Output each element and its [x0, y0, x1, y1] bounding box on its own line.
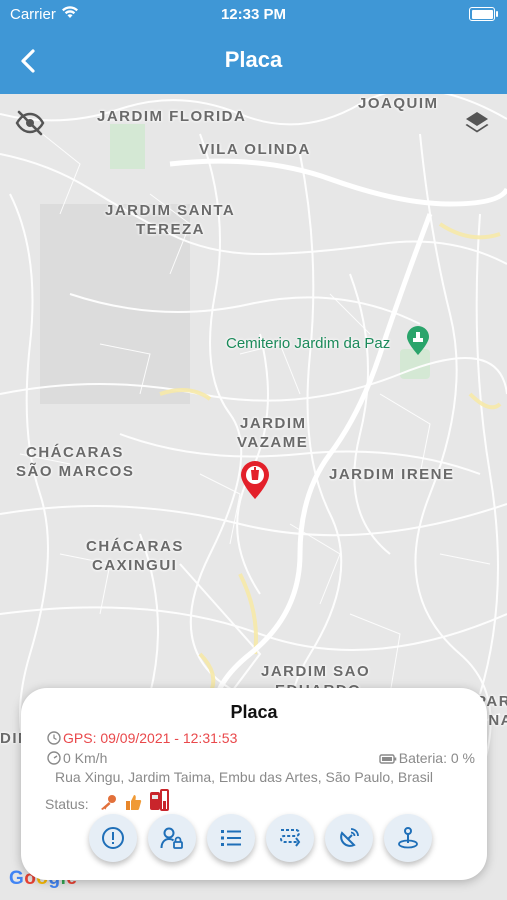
user-lock-icon [160, 827, 183, 849]
map-label-jardim-florida: JARDIM FLORIDA [97, 108, 247, 125]
map-label-vazame: VAZAME [237, 434, 309, 451]
list-button[interactable] [207, 814, 255, 862]
thumb-icon [126, 795, 142, 810]
navigation-bar: Placa [0, 28, 507, 94]
map-label-sao-marcos: SÃO MARCOS [16, 463, 135, 480]
map-label-jardim-sao: JARDIM SAO [261, 663, 371, 680]
location-person-button[interactable] [384, 814, 432, 862]
list-icon [221, 830, 241, 846]
user-lock-button[interactable] [148, 814, 196, 862]
clock-icon [47, 731, 61, 745]
gps-row: GPS: 09/09/2021 - 12:31:53 [47, 730, 237, 746]
map-label-tereza: TEREZA [136, 221, 205, 238]
battery-icon [379, 754, 397, 764]
clock-time: 12:33 PM [220, 6, 287, 23]
speedometer-icon [47, 751, 61, 765]
alert-icon [102, 827, 124, 849]
page-title: Placa [224, 47, 283, 72]
battery-status-icon [469, 7, 498, 21]
location-person-icon [398, 827, 418, 849]
visibility-off-icon[interactable] [15, 110, 45, 136]
vehicle-info-card: Placa GPS: 09/09/2021 - 12:31:53 0 Km/h … [21, 688, 487, 880]
satellite-icon [340, 828, 359, 847]
map-label-joaquim: JOAQUIM [358, 95, 439, 112]
speed-row: 0 Km/h [47, 750, 107, 766]
layers-icon[interactable] [464, 110, 490, 136]
gps-timestamp: GPS: 09/09/2021 - 12:31:53 [63, 730, 238, 746]
map-label-jardim-santa: JARDIM SANTA [105, 202, 236, 219]
card-title: Placa [230, 702, 278, 722]
alert-button[interactable] [89, 814, 137, 862]
address-text: Rua Xingu, Jardim Taima, Embu das Artes,… [55, 769, 433, 785]
status-row: Status: [45, 789, 172, 812]
map-label-jardim: JARDIM [240, 415, 307, 432]
route-button[interactable] [266, 814, 314, 862]
cemetery-pin-icon [407, 326, 429, 355]
speed-value: 0 Km/h [63, 750, 108, 766]
battery-row: Bateria: 0 % [379, 750, 475, 766]
satellite-button[interactable] [325, 814, 373, 862]
ignition-key-icon [101, 795, 117, 810]
map-label-chacaras-2: CHÁCARAS [86, 538, 184, 555]
map-label-jardim-irene: JARDIM IRENE [329, 466, 455, 483]
status-bar: Carrier 12:33 PM [0, 0, 507, 28]
map-label-caxingui: CAXINGUI [92, 557, 178, 574]
fuel-icon [150, 789, 170, 811]
vehicle-location-marker-icon[interactable] [238, 460, 272, 500]
battery-value: Bateria: 0 % [398, 750, 475, 766]
status-label: Status: [45, 796, 89, 812]
route-icon [280, 829, 301, 847]
map-label-vila-olinda: VILA OLINDA [199, 141, 311, 158]
map-label-chacaras: CHÁCARAS [26, 444, 124, 461]
map-poi-cemiterio: Cemiterio Jardim da Paz [226, 335, 391, 352]
